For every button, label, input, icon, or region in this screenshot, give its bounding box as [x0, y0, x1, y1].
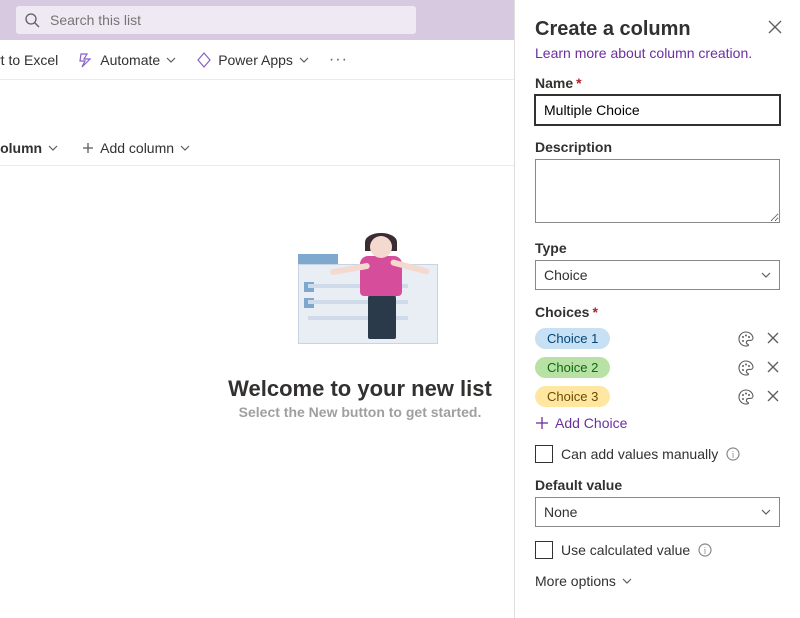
svg-text:i: i: [732, 450, 735, 460]
default-value-label: Default value: [535, 477, 780, 493]
chevron-down-icon: [180, 143, 190, 153]
power-apps-menu[interactable]: Power Apps: [196, 52, 309, 68]
remove-choice-button[interactable]: [766, 331, 780, 347]
add-column-label: Add column: [100, 140, 174, 156]
powerapps-icon: [196, 52, 212, 68]
palette-icon[interactable]: [738, 331, 754, 347]
chevron-down-icon: [166, 55, 176, 65]
chevron-down-icon: [622, 576, 632, 586]
can-add-values-checkbox[interactable]: [535, 445, 553, 463]
svg-text:i: i: [704, 546, 707, 556]
more-options-toggle[interactable]: More options: [535, 573, 780, 589]
choices-label: Choices*: [535, 304, 780, 320]
column-description-input[interactable]: [535, 159, 780, 223]
name-label: Name*: [535, 75, 780, 91]
chevron-down-icon: [48, 143, 58, 153]
chevron-down-icon: [761, 507, 771, 517]
chevron-down-icon: [761, 270, 771, 280]
can-add-values-label: Can add values manually: [561, 446, 718, 462]
search-icon: [24, 12, 40, 28]
column-name-input[interactable]: [535, 95, 780, 125]
close-panel-button[interactable]: [768, 20, 782, 34]
choice-pill[interactable]: Choice 3: [535, 386, 610, 407]
type-label: Type: [535, 240, 780, 256]
remove-choice-button[interactable]: [766, 389, 780, 405]
plus-icon: [82, 142, 94, 154]
type-value: Choice: [544, 267, 588, 283]
info-icon[interactable]: i: [698, 543, 712, 557]
add-choice-button[interactable]: Add Choice: [535, 415, 780, 431]
command-label: Power Apps: [218, 52, 293, 68]
choice-row: Choice 2: [535, 357, 780, 378]
learn-more-link[interactable]: Learn more about column creation.: [535, 45, 780, 61]
plus-icon: [535, 416, 549, 430]
more-options-label: More options: [535, 573, 616, 589]
panel-title: Create a column: [535, 18, 780, 41]
flow-icon: [78, 52, 94, 68]
choice-row: Choice 1: [535, 328, 780, 349]
automate-menu[interactable]: Automate: [78, 52, 176, 68]
default-value-value: None: [544, 504, 577, 520]
command-label: Automate: [100, 52, 160, 68]
description-label: Description: [535, 139, 780, 155]
column-header[interactable]: Column: [0, 140, 58, 156]
calculated-value-checkbox[interactable]: [535, 541, 553, 559]
chevron-down-icon: [299, 55, 309, 65]
command-label: rt to Excel: [0, 52, 58, 68]
empty-state-illustration: [280, 236, 440, 366]
choice-row: Choice 3: [535, 386, 780, 407]
calculated-value-label: Use calculated value: [561, 542, 690, 558]
more-commands-button[interactable]: ···: [329, 51, 348, 69]
column-type-select[interactable]: Choice: [535, 260, 780, 290]
close-icon: [768, 20, 782, 34]
add-column-button[interactable]: Add column: [82, 140, 190, 156]
remove-choice-button[interactable]: [766, 360, 780, 376]
choice-pill[interactable]: Choice 2: [535, 357, 610, 378]
add-choice-label: Add Choice: [555, 415, 627, 431]
create-column-panel: Create a column Learn more about column …: [514, 0, 800, 618]
palette-icon[interactable]: [738, 360, 754, 376]
default-value-select[interactable]: None: [535, 497, 780, 527]
palette-icon[interactable]: [738, 389, 754, 405]
export-to-excel-button[interactable]: rt to Excel: [0, 52, 58, 68]
choice-pill[interactable]: Choice 1: [535, 328, 610, 349]
search-input[interactable]: [48, 11, 408, 29]
info-icon[interactable]: i: [726, 447, 740, 461]
search-box[interactable]: [16, 6, 416, 34]
column-name: Column: [0, 140, 42, 156]
